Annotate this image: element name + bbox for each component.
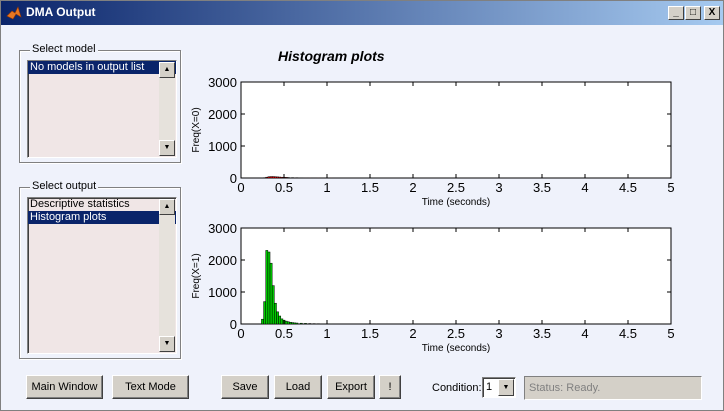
y-tick-label: 3000 — [208, 221, 237, 236]
histogram-bar — [265, 176, 269, 179]
minimize-button[interactable]: _ — [668, 6, 684, 20]
x-tick-label: 0.5 — [275, 326, 293, 341]
y-tick-label: 0 — [230, 171, 237, 186]
x-tick-label: 1 — [323, 326, 330, 341]
x-tick-label: 2.5 — [447, 326, 465, 341]
y-tick-label: 2000 — [208, 107, 237, 122]
condition-select[interactable]: 1 ▼ — [482, 377, 516, 398]
x-tick-label: 0.5 — [275, 180, 293, 195]
histogram-bar — [274, 302, 277, 325]
x-axis-label: Time (seconds) — [422, 197, 491, 208]
select-model-legend: Select model — [30, 43, 98, 55]
save-button[interactable]: Save — [221, 375, 269, 399]
x-tick-label: 2 — [409, 180, 416, 195]
histogram-bar — [293, 322, 297, 325]
list-item[interactable]: Histogram plots — [28, 211, 176, 224]
histogram-bar — [265, 250, 269, 325]
y-tick-label: 3000 — [208, 75, 237, 90]
x-tick-label: 3.5 — [533, 326, 551, 341]
histogram-bar — [280, 176, 284, 179]
list-item[interactable]: Descriptive statistics — [28, 198, 176, 211]
model-listbox[interactable]: No models in output list ▲ ▼ — [27, 60, 177, 158]
histogram-bar — [295, 322, 299, 325]
plot-title: Histogram plots — [278, 48, 385, 64]
scroll-up-arrow-icon[interactable]: ▲ — [159, 62, 175, 78]
x-tick-label: 3 — [495, 326, 502, 341]
histogram-bar — [271, 285, 275, 325]
select-output-legend: Select output — [30, 180, 99, 192]
x-axis-label: Time (seconds) — [422, 343, 491, 354]
histogram-bar — [286, 321, 290, 325]
y-tick-label: 1000 — [208, 285, 237, 300]
histogram-bar — [269, 262, 273, 325]
histogram-bar — [271, 176, 275, 179]
plot-area — [240, 227, 672, 325]
x-tick-label: 1.5 — [361, 326, 379, 341]
list-item[interactable]: No models in output list — [28, 61, 176, 74]
histogram-bar — [263, 301, 266, 325]
output-listbox[interactable]: Descriptive statistics Histogram plots ▲… — [27, 197, 177, 354]
scroll-up-arrow-icon[interactable]: ▲ — [159, 199, 175, 215]
maximize-button[interactable]: □ — [685, 6, 701, 20]
title-bar[interactable]: DMA Output _ □ X — [1, 1, 723, 25]
x-tick-label: 0 — [237, 326, 244, 341]
model-list-scrollbar[interactable]: ▲ ▼ — [159, 62, 175, 156]
histogram-plots: 0 0.5 1 1.5 2 2.5 3 3.5 4 4.5 5 0 1000 2000 3000 Time (… — [191, 75, 675, 354]
histogram-bar — [304, 323, 307, 325]
histogram-bar — [261, 318, 264, 325]
matlab-logo-icon — [6, 6, 22, 20]
histogram-bar — [280, 318, 284, 325]
x-tick-label: 1.5 — [361, 180, 379, 195]
status-field: Status: Ready. — [524, 376, 702, 400]
histogram-bar — [278, 176, 282, 179]
condition-value: 1 — [486, 381, 493, 393]
histogram-bar — [267, 251, 271, 325]
histogram-bar — [284, 320, 288, 325]
chevron-down-icon[interactable]: ▼ — [498, 379, 514, 396]
x-tick-label: 3 — [495, 180, 502, 195]
histogram-bar — [289, 321, 292, 325]
bang-button[interactable]: ! — [379, 375, 401, 399]
scroll-down-arrow-icon[interactable]: ▼ — [159, 336, 175, 352]
histogram-bar — [284, 177, 288, 179]
y-tick-label: 0 — [230, 317, 237, 332]
select-output-group: Select output Descriptive statistics His… — [19, 180, 181, 359]
main-window-button[interactable]: Main Window — [26, 375, 103, 399]
histogram-bar — [278, 315, 282, 325]
scroll-down-arrow-icon[interactable]: ▼ — [159, 140, 175, 156]
plot-area — [240, 81, 672, 179]
histogram-bar — [276, 176, 279, 179]
x-tick-label: 4.5 — [619, 326, 637, 341]
histogram-bar — [276, 311, 279, 325]
close-button[interactable]: X — [704, 6, 720, 20]
x-tick-label: 4 — [581, 326, 588, 341]
x-tick-label: 4 — [581, 180, 588, 195]
x-tick-label: 1 — [323, 180, 330, 195]
output-list-scrollbar[interactable]: ▲ ▼ — [159, 199, 175, 352]
x-tick-label: 2 — [409, 326, 416, 341]
condition-label: Condition: — [432, 382, 482, 394]
histogram-bar — [269, 176, 273, 179]
x-tick-label: 2.5 — [447, 180, 465, 195]
histogram-bar — [267, 176, 271, 179]
y-tick-label: 2000 — [208, 253, 237, 268]
x-tick-label: 5 — [667, 326, 674, 341]
x-tick-label: 0 — [237, 180, 244, 195]
histogram-bar — [299, 322, 303, 325]
histogram-bar — [291, 322, 294, 325]
dma-output-window: DMA Output _ □ X Select model No models … — [0, 0, 724, 411]
y-axis-label: Freq(X=1) — [191, 253, 202, 298]
y-axis-label: Freq(X=0) — [191, 107, 202, 152]
select-model-group: Select model No models in output list ▲ … — [19, 43, 181, 163]
x-tick-label: 5 — [667, 180, 674, 195]
window-title: DMA Output — [26, 5, 96, 19]
x-tick-label: 4.5 — [619, 180, 637, 195]
export-button[interactable]: Export — [327, 375, 375, 399]
x-tick-label: 3.5 — [533, 180, 551, 195]
load-button[interactable]: Load — [274, 375, 322, 399]
histogram-bar — [274, 176, 277, 179]
y-tick-label: 1000 — [208, 139, 237, 154]
text-mode-button[interactable]: Text Mode — [112, 375, 189, 399]
